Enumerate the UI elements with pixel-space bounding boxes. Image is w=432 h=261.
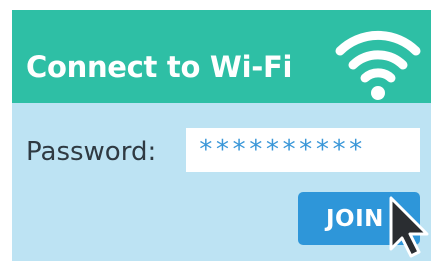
dialog-title: Connect to Wi-Fi: [26, 50, 293, 84]
wifi-connect-dialog: Connect to Wi-Fi Password: JOIN: [12, 10, 431, 261]
dialog-header: Connect to Wi-Fi: [12, 10, 431, 103]
password-label: Password:: [26, 137, 157, 167]
password-field[interactable]: [186, 128, 420, 172]
pointer-arrow-icon: [389, 196, 429, 258]
wifi-icon: [335, 30, 421, 100]
